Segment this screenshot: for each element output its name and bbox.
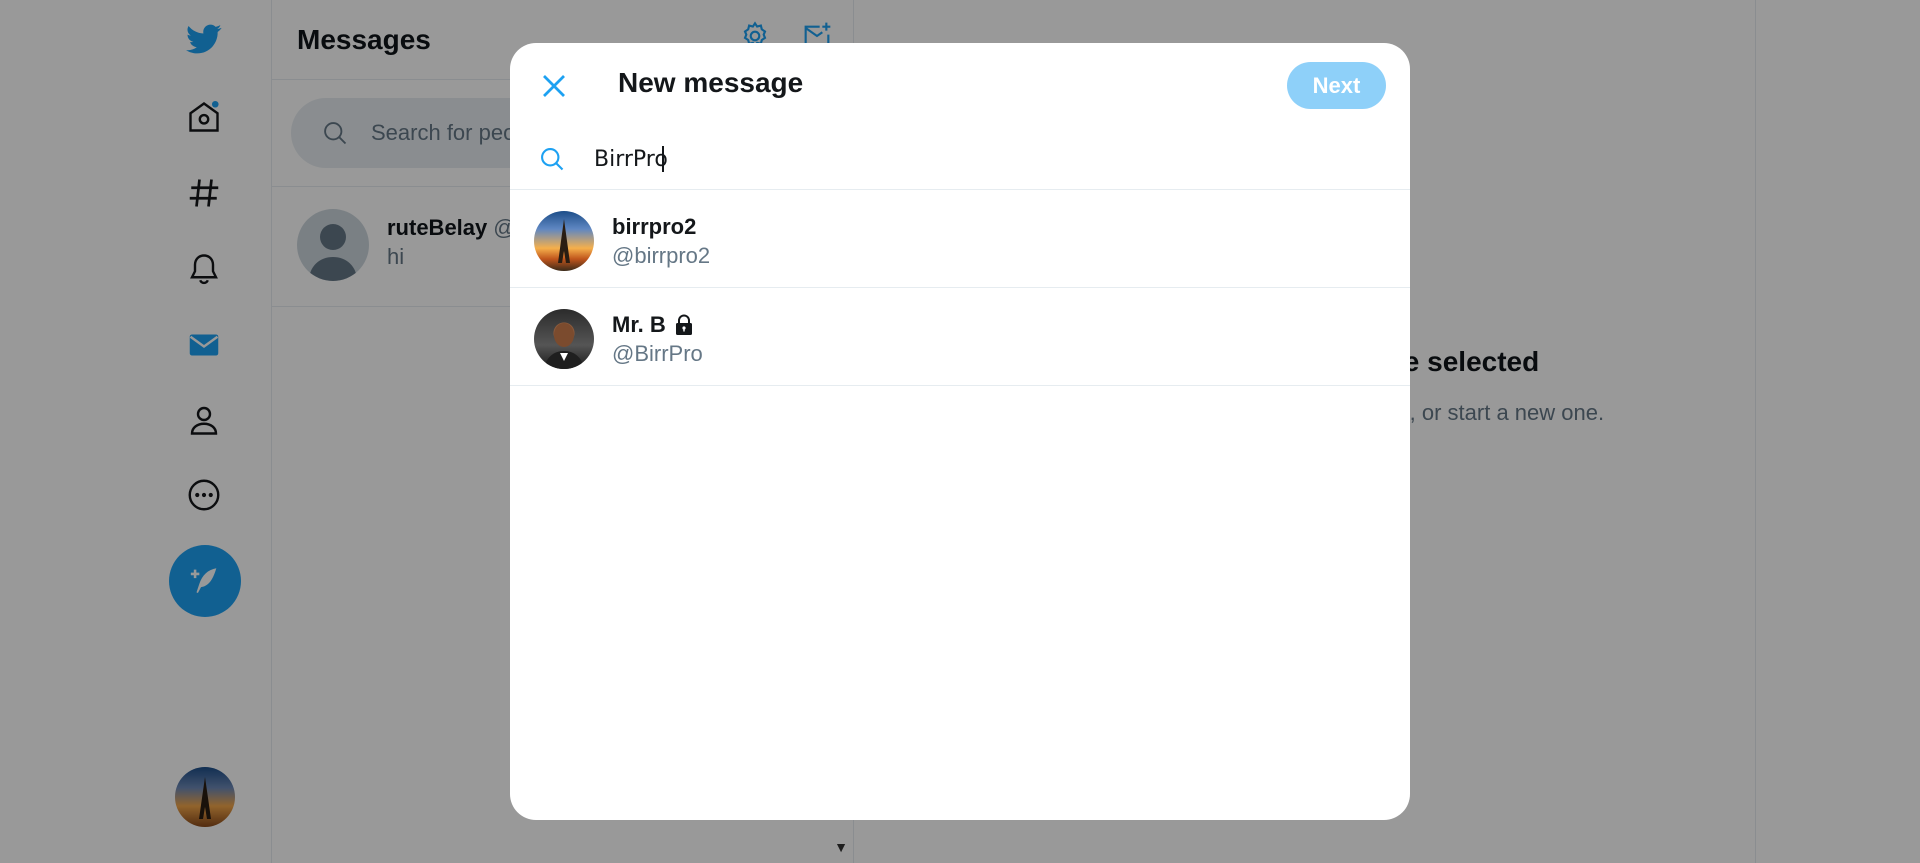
result-handle: @BirrPro: [612, 341, 703, 366]
person-photo-image: [544, 323, 584, 369]
avatar: [534, 309, 594, 369]
next-button[interactable]: Next: [1287, 62, 1386, 109]
people-search-row: [510, 135, 1410, 190]
dialog-title: New message: [618, 67, 804, 98]
result-name: birrpro2: [612, 214, 697, 239]
result-name: Mr. B: [612, 312, 666, 337]
result-handle: @birrpro2: [612, 243, 711, 268]
new-message-dialog: New message Next birrpro2 @birrpro2 Mr. …: [510, 43, 1410, 820]
search-icon: [541, 148, 564, 171]
eiffel-tower-image: [558, 219, 570, 263]
avatar: [534, 211, 594, 271]
result-name-row: birrpro2: [612, 214, 696, 240]
text-caret: [662, 146, 664, 172]
close-icon: [542, 74, 565, 97]
search-result-item[interactable]: Mr. B @BirrPro: [510, 289, 1410, 386]
lock-icon: [675, 314, 692, 335]
search-result-item[interactable]: birrpro2 @birrpro2: [510, 191, 1410, 288]
people-search-input[interactable]: [594, 141, 1354, 177]
close-button[interactable]: [531, 63, 576, 108]
result-name-row: Mr. B: [612, 312, 696, 338]
